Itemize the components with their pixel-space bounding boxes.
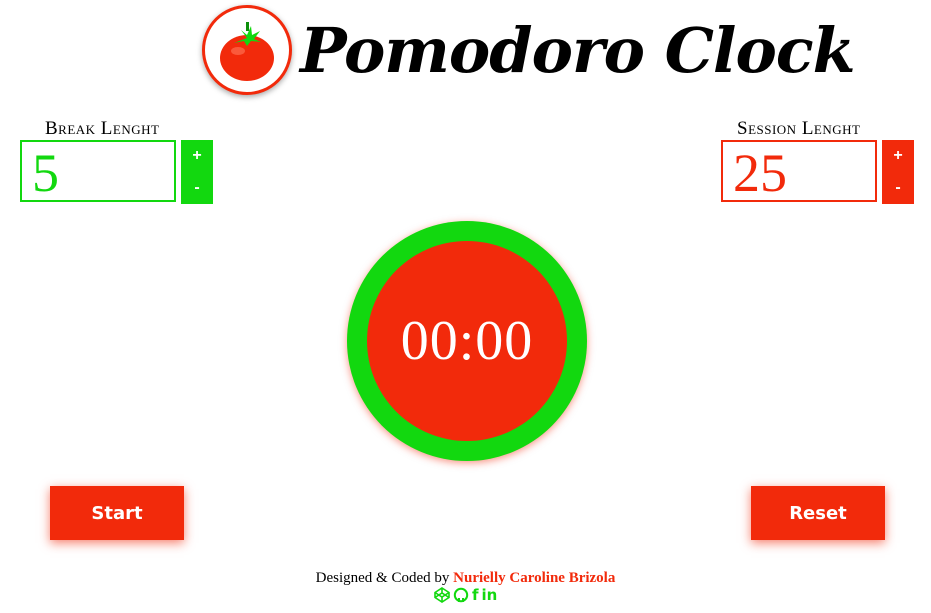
reset-button[interactable]: Reset [751,486,885,540]
session-length-label: Session Lenght [737,118,861,139]
timer-ring: 00:00 [347,221,587,461]
break-increment-button[interactable]: + [181,140,213,172]
social-links: f in [434,587,497,603]
start-button[interactable]: Start [50,486,184,540]
break-length-label: Break Lenght [45,118,160,139]
header: Pomodoro Clock [202,5,856,95]
tomato-icon [202,5,292,95]
break-length-value: 5 [20,140,176,203]
break-decrement-button[interactable]: - [181,172,213,204]
footer-credit: Designed & Coded by Nurielly Caroline Br… [0,570,931,587]
app-title: Pomodoro Clock [300,13,856,87]
timer-face: 00:00 [367,241,567,441]
github-icon[interactable] [453,587,469,603]
author-link[interactable]: Nurielly Caroline Brizola [453,570,615,586]
session-increment-button[interactable]: + [882,140,914,172]
session-length-value: 25 [721,140,877,203]
facebook-icon[interactable]: f [472,587,479,603]
footer-prefix: Designed & Coded by [315,570,454,586]
session-decrement-button[interactable]: - [882,172,914,204]
codepen-icon[interactable] [434,587,450,603]
linkedin-icon[interactable]: in [482,587,498,603]
timer-display: 00:00 [400,310,534,372]
